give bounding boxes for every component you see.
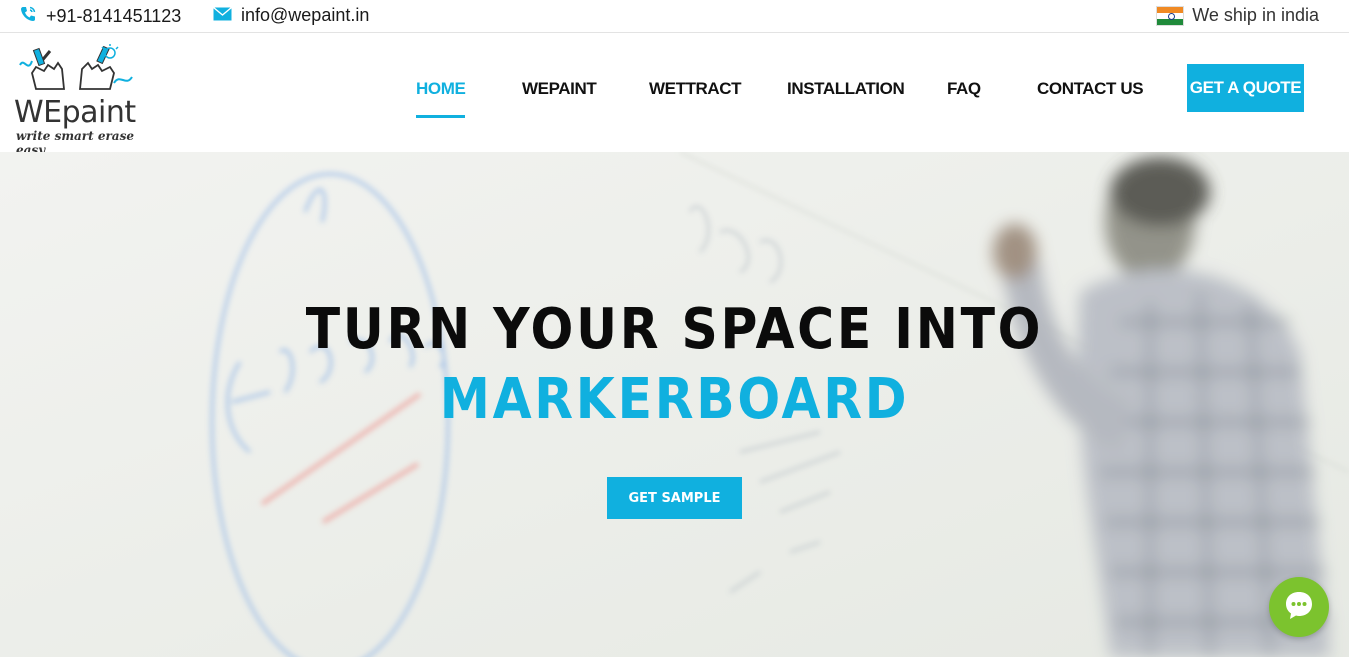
mail-icon [213, 5, 232, 26]
chat-bubble-icon [1283, 589, 1315, 626]
nav-item-home[interactable]: HOME [416, 79, 466, 118]
top-contact-bar: +91-8141451123 info@wepaint.in We ship i… [0, 0, 1349, 33]
phone-icon [19, 5, 37, 28]
hero-subtitle: MARKERBOARD [439, 367, 910, 432]
phone-number[interactable]: +91-8141451123 [46, 6, 181, 27]
phone-contact[interactable]: +91-8141451123 [19, 5, 181, 28]
india-flag-icon [1156, 5, 1185, 26]
hero-title: TURN YOUR SPACE INTO [305, 297, 1044, 362]
email-address[interactable]: info@wepaint.in [241, 5, 369, 26]
nav-item-faq[interactable]: FAQ [947, 79, 981, 99]
nav-item-wepaint[interactable]: WEPAINT [522, 79, 597, 99]
hero-banner: TURN YOUR SPACE INTO MARKERBOARD GET SAM… [0, 152, 1349, 657]
nav-item-installation[interactable]: INSTALLATION [787, 79, 905, 99]
get-sample-button[interactable]: GET SAMPLE [607, 477, 742, 519]
shipping-note: We ship in india [1156, 5, 1319, 26]
chat-widget-button[interactable] [1269, 577, 1329, 637]
get-a-quote-button[interactable]: GET A QUOTE [1187, 64, 1304, 112]
nav-item-contact-us[interactable]: CONTACT US [1037, 79, 1144, 99]
email-contact[interactable]: info@wepaint.in [213, 5, 369, 26]
site-header: WEpaint write smart erase easy HOME WEPA… [0, 33, 1349, 157]
nav-item-wettract[interactable]: WETTRACT [649, 79, 742, 99]
shipping-text: We ship in india [1192, 5, 1319, 25]
main-nav: HOME WEPAINT WETTRACT INSTALLATION FAQ C… [0, 33, 1349, 152]
